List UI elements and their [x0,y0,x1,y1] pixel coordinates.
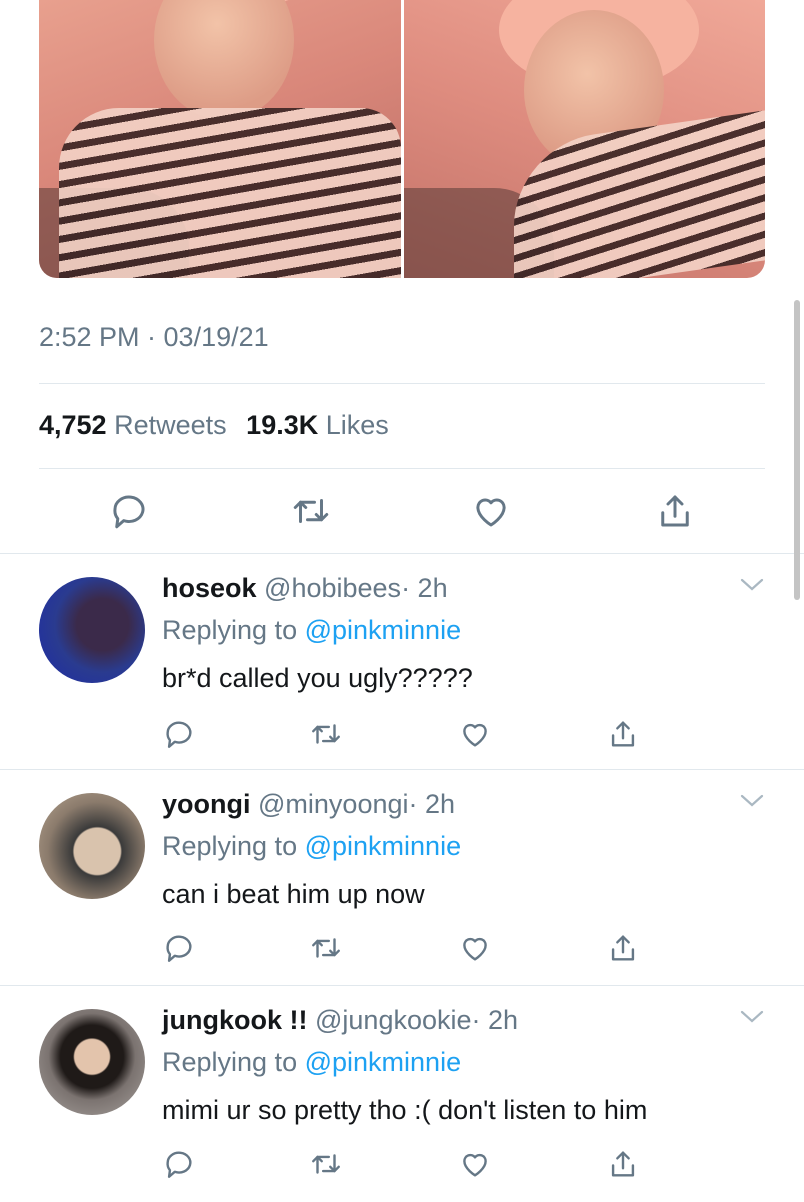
media-photo-1[interactable] [39,0,401,278]
divider [39,468,765,469]
reply-tweet[interactable]: hoseok @hobibees· 2h Replying to @pinkmi… [0,555,804,770]
like-button[interactable] [470,490,512,532]
heart-icon [476,498,506,527]
reply-author: jungkook !! @jungkookie· 2h [162,1005,518,1036]
reply-tweet[interactable]: yoongi @minyoongi· 2h Replying to @pinkm… [0,771,804,986]
reply-button[interactable] [162,931,196,965]
divider [0,985,804,986]
retweet-button[interactable] [290,490,332,532]
like-button[interactable] [458,717,492,751]
likes-label[interactable]: Likes [326,410,389,440]
heart-icon [463,723,487,747]
retweet-button[interactable] [309,717,343,751]
display-name[interactable]: yoongi [162,789,251,819]
retweet-button[interactable] [309,1147,343,1181]
reply-button[interactable] [162,1147,196,1181]
reply-icon [166,721,192,748]
share-button[interactable] [606,717,640,751]
chevron-down-icon [740,1010,764,1023]
heart-icon [463,1153,487,1177]
chevron-down-icon [740,578,764,591]
share-icon [611,721,635,747]
reply-time: · 2h [471,1005,519,1035]
tweet-media[interactable] [39,0,765,278]
retweets-label[interactable]: Retweets [114,410,227,440]
replying-to: Replying to @pinkminnie [162,831,462,861]
mention-link[interactable]: @pinkminnie [305,1047,461,1077]
reply-author: hoseok @hobibees· 2h [162,573,448,604]
share-icon [661,495,689,527]
reply-time: · 2h [408,789,456,819]
display-name[interactable]: jungkook !! [162,1005,307,1035]
display-name[interactable]: hoseok [162,573,257,603]
reply-text: mimi ur so pretty tho :( don't listen to… [162,1095,648,1125]
retweet-button[interactable] [309,931,343,965]
more-options-button[interactable] [738,575,766,600]
like-button[interactable] [458,1147,492,1181]
scrollbar[interactable] [794,300,800,600]
reply-tweet[interactable]: jungkook !! @jungkookie· 2h Replying to … [0,987,804,1202]
heart-icon [463,937,487,961]
mention-link[interactable]: @pinkminnie [305,831,461,861]
tweet-timestamp[interactable]: 2:52 PM · 03/19/21 [39,322,269,353]
reply-button[interactable] [108,490,150,532]
likes-count[interactable]: 19.3K [246,410,318,440]
mention-link[interactable]: @pinkminnie [305,615,461,645]
reply-time: · 2h [401,573,448,603]
retweet-icon [312,724,340,744]
share-button[interactable] [606,1147,640,1181]
reply-icon [166,1151,192,1178]
retweet-icon [312,938,340,958]
reply-icon [113,495,145,529]
replying-to: Replying to @pinkminnie [162,1047,462,1077]
share-button[interactable] [606,931,640,965]
avatar[interactable] [39,1009,145,1115]
retweet-icon [293,499,329,523]
tweet-stats: 4,752 Retweets 19.3K Likes [39,410,389,441]
share-button[interactable] [654,490,696,532]
share-icon [611,935,635,961]
reply-button[interactable] [162,717,196,751]
replying-to: Replying to @pinkminnie [162,615,462,645]
divider [0,769,804,770]
reply-text: can i beat him up now [162,879,425,909]
retweet-icon [312,1154,340,1174]
avatar[interactable] [39,577,145,683]
like-button[interactable] [458,931,492,965]
share-icon [611,1151,635,1177]
reply-icon [166,935,192,962]
user-handle[interactable]: @minyoongi [258,789,408,819]
user-handle[interactable]: @jungkookie [315,1005,472,1035]
more-options-button[interactable] [738,1007,766,1032]
media-photo-2[interactable] [403,0,765,278]
retweets-count[interactable]: 4,752 [39,410,107,440]
avatar[interactable] [39,793,145,899]
more-options-button[interactable] [738,791,766,816]
user-handle[interactable]: @hobibees [264,573,401,603]
divider [0,553,804,554]
reply-text: br*d called you ugly????? [162,663,473,693]
reply-author: yoongi @minyoongi· 2h [162,789,455,820]
divider [39,383,765,384]
chevron-down-icon [740,794,764,807]
